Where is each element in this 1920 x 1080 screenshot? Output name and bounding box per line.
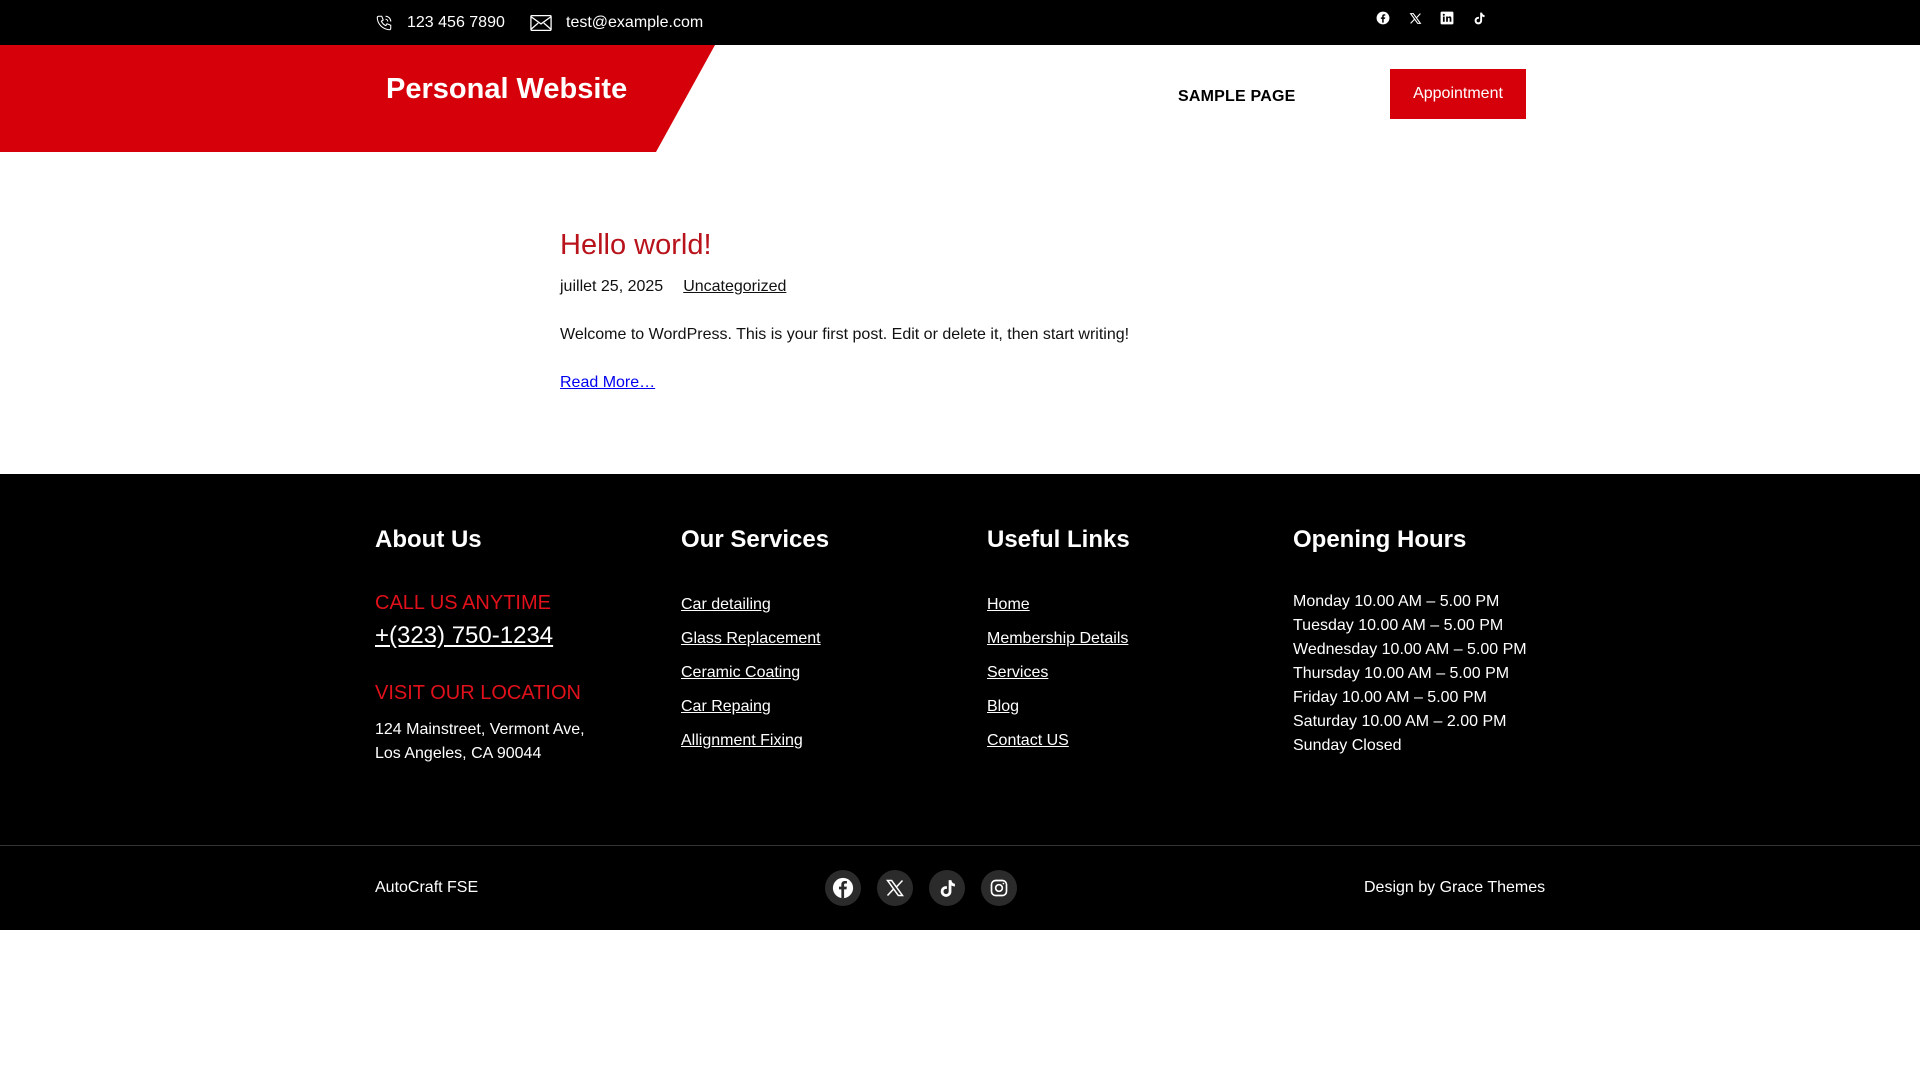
useful-links-list: Home Membership Details Services Blog Co… bbox=[987, 596, 1128, 766]
footer-links-heading: Useful Links bbox=[987, 526, 1130, 553]
linkedin-icon[interactable] bbox=[1439, 10, 1455, 26]
hours-item: Wednesday 10.00 AM – 5.00 PM bbox=[1293, 641, 1527, 658]
facebook-icon[interactable] bbox=[1375, 10, 1391, 26]
service-link[interactable]: Car detailing bbox=[681, 596, 771, 613]
address-line-2: Los Angeles, CA 90044 bbox=[375, 745, 542, 762]
post-date: juillet 25, 2025 bbox=[560, 278, 664, 295]
useful-link[interactable]: Services bbox=[987, 664, 1048, 681]
x-icon[interactable] bbox=[877, 870, 913, 906]
post-meta: juillet 25, 2025 Uncategorized bbox=[560, 278, 786, 296]
useful-link[interactable]: Contact US bbox=[987, 732, 1069, 749]
footer-hours-column: Opening Hours bbox=[1293, 526, 1466, 554]
hours-item: Sunday Closed bbox=[1293, 737, 1402, 754]
useful-link[interactable]: Blog bbox=[987, 698, 1019, 715]
topbar-email-text: test@example.com bbox=[566, 13, 704, 31]
service-link[interactable]: Allignment Fixing bbox=[681, 732, 803, 749]
top-bar: 123 456 7890 test@example.com bbox=[0, 0, 1920, 45]
appointment-button[interactable]: Appointment bbox=[1390, 69, 1526, 119]
useful-link[interactable]: Home bbox=[987, 596, 1030, 613]
footer-services-heading: Our Services bbox=[681, 526, 830, 553]
post-title[interactable]: Hello world! bbox=[560, 229, 712, 262]
site-title[interactable]: Personal Website bbox=[386, 73, 627, 106]
footer-phone-link[interactable]: +(323) 750-1234 bbox=[375, 622, 553, 650]
tiktok-icon[interactable] bbox=[1471, 10, 1487, 26]
hours-item: Saturday 10.00 AM – 2.00 PM bbox=[1293, 713, 1507, 730]
read-more-link[interactable]: Read More… bbox=[560, 374, 655, 392]
service-link[interactable]: Glass Replacement bbox=[681, 630, 821, 647]
list-item: Glass Replacement bbox=[681, 630, 821, 664]
mail-icon bbox=[530, 14, 552, 31]
instagram-icon[interactable] bbox=[981, 870, 1017, 906]
footer-divider bbox=[0, 845, 1920, 846]
tiktok-icon[interactable] bbox=[929, 870, 965, 906]
site-footer bbox=[0, 474, 1920, 930]
facebook-icon[interactable] bbox=[825, 870, 861, 906]
topbar-phone[interactable]: 123 456 7890 bbox=[375, 0, 505, 45]
useful-link[interactable]: Membership Details bbox=[987, 630, 1128, 647]
service-link[interactable]: Car Repaing bbox=[681, 698, 771, 715]
x-icon[interactable] bbox=[1407, 10, 1423, 26]
list-item: Contact US bbox=[987, 732, 1128, 766]
design-credit: Design by Grace Themes bbox=[1364, 879, 1546, 896]
list-item: Ceramic Coating bbox=[681, 664, 821, 698]
service-link[interactable]: Ceramic Coating bbox=[681, 664, 800, 681]
footer-social-links bbox=[825, 870, 1017, 906]
list-item: Services bbox=[987, 664, 1128, 698]
visit-location-label: VISIT OUR LOCATION bbox=[375, 682, 581, 704]
list-item: Home bbox=[987, 596, 1128, 630]
post-category-link[interactable]: Uncategorized bbox=[683, 278, 786, 296]
hours-item: Monday 10.00 AM – 5.00 PM bbox=[1293, 593, 1500, 610]
call-us-label: CALL US ANYTIME bbox=[375, 592, 551, 614]
footer-address: 124 Mainstreet, Vermont Ave, Los Angeles… bbox=[375, 718, 585, 766]
hours-item: Friday 10.00 AM – 5.00 PM bbox=[1293, 689, 1487, 706]
list-item: Membership Details bbox=[987, 630, 1128, 664]
post-excerpt: Welcome to WordPress. This is your first… bbox=[560, 326, 1130, 343]
topbar-phone-text: 123 456 7890 bbox=[407, 13, 505, 31]
footer-site-name: AutoCraft FSE bbox=[375, 879, 479, 896]
footer-links-column: Useful Links bbox=[987, 526, 1130, 554]
footer-hours-heading: Opening Hours bbox=[1293, 526, 1467, 553]
list-item: Car detailing bbox=[681, 596, 821, 630]
list-item: Blog bbox=[987, 698, 1128, 732]
phone-icon bbox=[376, 15, 392, 30]
footer-about-heading: About Us bbox=[375, 526, 482, 553]
footer-services-column: Our Services bbox=[681, 526, 829, 554]
address-line-1: 124 Mainstreet, Vermont Ave, bbox=[375, 721, 585, 738]
topbar-social-links bbox=[1375, 10, 1487, 26]
footer-about-column: About Us bbox=[375, 526, 482, 554]
hours-item: Tuesday 10.00 AM – 5.00 PM bbox=[1293, 617, 1504, 634]
list-item: Car Repaing bbox=[681, 698, 821, 732]
topbar-email[interactable]: test@example.com bbox=[530, 0, 703, 45]
opening-hours-list: Monday 10.00 AM – 5.00 PM Tuesday 10.00 … bbox=[1293, 590, 1527, 758]
services-list: Car detailing Glass Replacement Ceramic … bbox=[681, 596, 821, 766]
hours-item: Thursday 10.00 AM – 5.00 PM bbox=[1293, 665, 1510, 682]
nav-sample-page[interactable]: SAMPLE PAGE bbox=[1178, 88, 1295, 106]
list-item: Allignment Fixing bbox=[681, 732, 821, 766]
